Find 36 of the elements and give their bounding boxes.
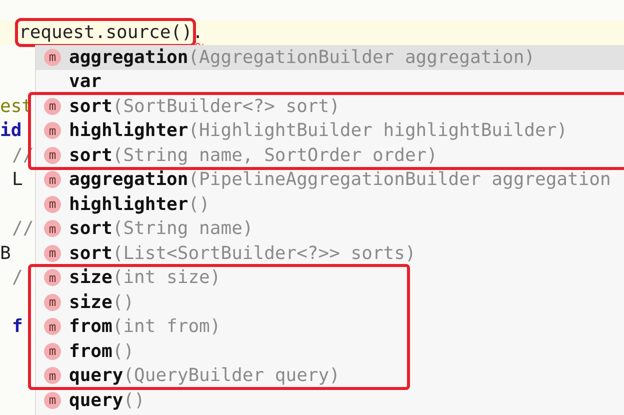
completion-item[interactable]: m size(int size): [36, 266, 348, 290]
method-icon: m: [44, 98, 61, 115]
method-icon: m: [44, 171, 61, 188]
completion-item[interactable]: m sort(List<SortBuilder<?>> sorts): [36, 241, 624, 266]
completion-item[interactable]: m sort(String name): [36, 216, 624, 241]
code-text: .: [192, 22, 204, 43]
method-icon: m: [44, 342, 61, 360]
code-text: /: [12, 267, 23, 288]
completion-item[interactable]: m from(): [36, 339, 348, 364]
method-icon: m: [44, 392, 61, 409]
method-icon: m: [44, 269, 61, 286]
code-text: id: [0, 120, 22, 142]
completion-item[interactable]: m size(): [36, 290, 348, 314]
method-icon: m: [44, 146, 61, 164]
completion-item[interactable]: m from(int from): [36, 314, 348, 339]
method-icon: m: [44, 48, 61, 66]
code-text: L: [12, 169, 23, 190]
method-icon: m: [44, 244, 61, 262]
completion-item[interactable]: m highlighter(): [36, 192, 624, 216]
code-text: f: [12, 316, 23, 338]
completion-item[interactable]: m query(QueryBuilder query): [36, 364, 348, 388]
completion-item[interactable]: m aggregation(AggregationBuilder aggregation): [36, 45, 624, 70]
completion-item[interactable]: var: [36, 70, 624, 94]
completion-item[interactable]: m sort(SortBuilder<?> sort): [36, 94, 576, 118]
method-icon: m: [44, 294, 61, 311]
method-icon: m: [44, 367, 61, 384]
method-icon: m: [44, 196, 61, 213]
code-text: B: [0, 242, 11, 264]
code-text: //: [12, 218, 34, 240]
method-icon: m: [44, 318, 61, 336]
method-icon: m: [44, 220, 61, 238]
completion-item[interactable]: m sort(String name, SortOrder order): [36, 143, 576, 168]
completion-item[interactable]: m query(): [36, 388, 624, 412]
completion-item[interactable]: m highlighter(HighlightBuilder highlightBuilder): [36, 118, 576, 143]
completion-item[interactable]: m aggregation(PipelineAggregationBuilder aggregation: [36, 168, 624, 192]
method-icon: m: [44, 122, 61, 140]
